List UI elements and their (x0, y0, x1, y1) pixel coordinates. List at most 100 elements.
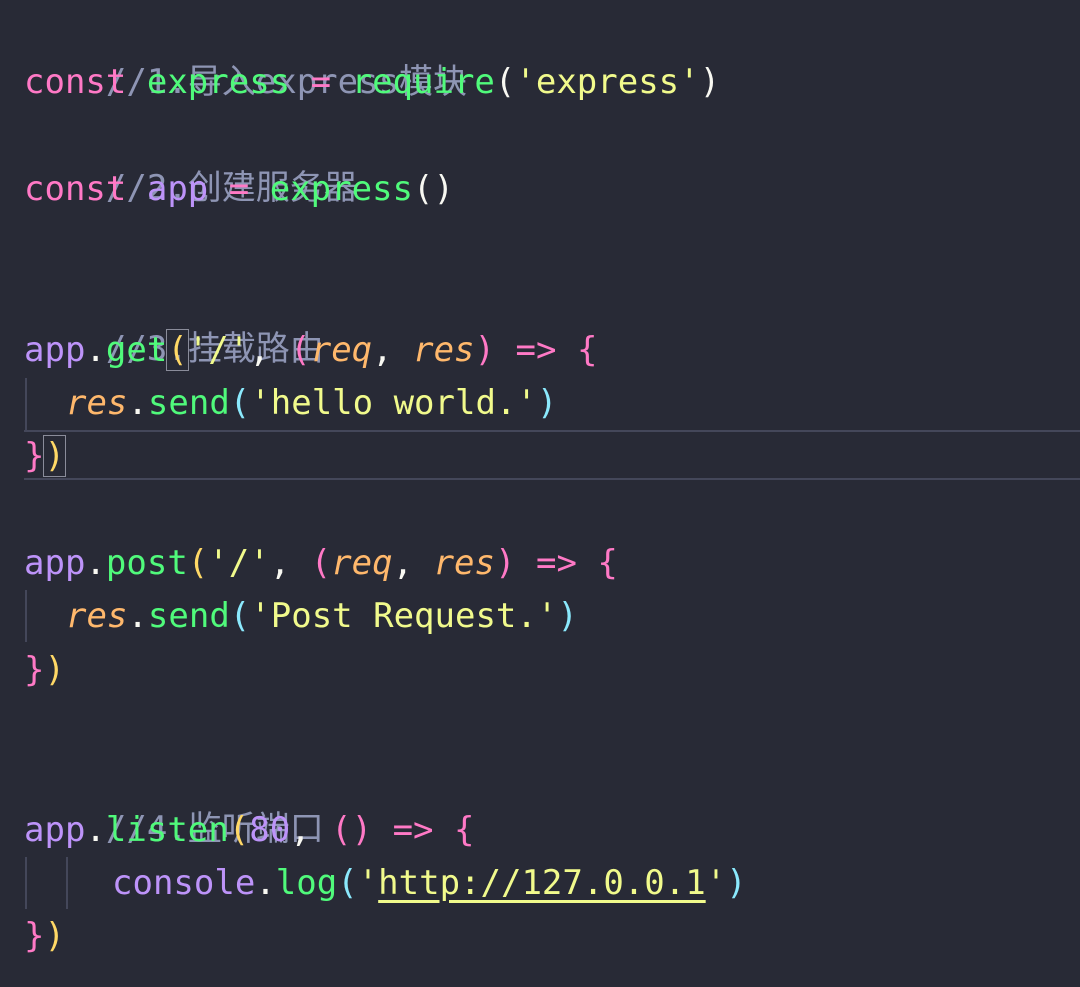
identifier: app (146, 169, 209, 209)
dot: . (127, 383, 148, 423)
keyword: const (24, 62, 127, 102)
code-line-2[interactable]: const express = require('express') (24, 56, 720, 109)
brace: } (24, 916, 45, 956)
current-line-highlight (24, 430, 1080, 480)
quote: ' (679, 62, 700, 102)
paren: ( (187, 543, 209, 583)
code-line-11[interactable]: app.post('/', (req, res) => { (24, 537, 618, 590)
object: res (66, 383, 128, 423)
brace: { (454, 810, 475, 850)
indent-guide (25, 590, 27, 642)
code-line-1[interactable]: //1.导入express模块 (24, 3, 467, 102)
arrow: => (535, 543, 577, 583)
quote: ' (208, 543, 229, 583)
method: send (147, 596, 230, 636)
indent-guide (66, 857, 68, 909)
parameter: res (433, 543, 495, 583)
paren: ( (229, 596, 251, 636)
function-call: require (351, 62, 495, 102)
comma: , (372, 330, 393, 370)
comma: , (392, 543, 414, 583)
quote: ' (536, 596, 558, 636)
object: res (66, 596, 128, 636)
comma: , (290, 810, 311, 850)
paren: ( (166, 329, 189, 371)
paren: () (413, 169, 454, 209)
parameter: req (331, 543, 393, 583)
quote: ' (250, 383, 271, 423)
string: Post Request. (270, 596, 537, 636)
code-line-3[interactable]: //2.创建服务器 (24, 109, 358, 208)
paren: ) (44, 916, 65, 956)
code-line-17[interactable]: console.log('http://127.0.0.1') (112, 857, 747, 910)
object: app (24, 543, 86, 583)
arrow: => (515, 330, 557, 370)
dot: . (85, 543, 106, 583)
code-line-16[interactable]: app.listen(80, () => { (24, 804, 475, 857)
dot: . (85, 330, 106, 370)
code-line-13[interactable]: }) (24, 644, 65, 697)
quote: ' (516, 383, 537, 423)
code-line-9[interactable]: }) (24, 430, 66, 483)
brace: } (24, 650, 45, 690)
code-editor[interactable]: //1.导入express模块 const express = require(… (0, 0, 1080, 987)
method: post (105, 543, 188, 583)
brace: { (597, 543, 618, 583)
code-line-4[interactable]: const app = express() (24, 163, 454, 216)
comma: , (269, 543, 291, 583)
paren: ( (229, 383, 251, 423)
method: get (105, 330, 168, 370)
dot: . (85, 810, 106, 850)
code-line-6[interactable]: //3.挂载路由 (24, 270, 324, 369)
quote: ' (187, 330, 209, 370)
string-link[interactable]: http://127.0.0.1 (378, 863, 706, 903)
quote: ' (249, 543, 270, 583)
quote: ' (250, 596, 271, 636)
parameter: req (310, 330, 373, 370)
operator: = (228, 169, 250, 209)
code-line-12[interactable]: res.send('Post Request.') (66, 590, 578, 643)
method: send (147, 383, 230, 423)
paren: ( (290, 330, 311, 370)
object: app (24, 330, 86, 370)
string: / (228, 543, 250, 583)
dot: . (127, 596, 148, 636)
quote: ' (357, 863, 379, 903)
quote: ' (515, 62, 536, 102)
paren: ( (494, 62, 516, 102)
code-line-18[interactable]: }) (24, 910, 65, 963)
brace: { (576, 330, 598, 370)
method: log (275, 863, 338, 903)
quote: ' (228, 330, 250, 370)
brace: } (24, 436, 45, 476)
parameter: res (413, 330, 475, 370)
operator: = (310, 62, 332, 102)
object: app (24, 810, 86, 850)
string: / (208, 330, 229, 370)
code-line-8[interactable]: res.send('hello world.') (66, 377, 557, 430)
paren: ) (699, 62, 721, 102)
string: express (535, 62, 680, 102)
method: listen (105, 810, 229, 850)
arrow: => (392, 810, 434, 850)
number: 80 (249, 810, 291, 850)
code-line-7[interactable]: app.get('/', (req, res) => { (24, 324, 597, 377)
paren: () (331, 810, 373, 850)
paren: ( (228, 810, 250, 850)
paren: ( (310, 543, 332, 583)
keyword: const (24, 169, 127, 209)
paren: ) (726, 863, 747, 903)
paren: ) (495, 543, 516, 583)
quote: ' (705, 863, 727, 903)
identifier: express (146, 62, 291, 102)
code-line-15[interactable]: //4.监听端口 (24, 750, 324, 849)
paren: ) (474, 330, 496, 370)
dot: . (255, 863, 276, 903)
paren: ) (536, 383, 558, 423)
string: hello world. (270, 383, 517, 423)
object: console (112, 863, 256, 903)
function-call: express (269, 169, 414, 209)
paren: ) (44, 650, 65, 690)
paren: ( (337, 863, 358, 903)
comma: , (249, 330, 270, 370)
